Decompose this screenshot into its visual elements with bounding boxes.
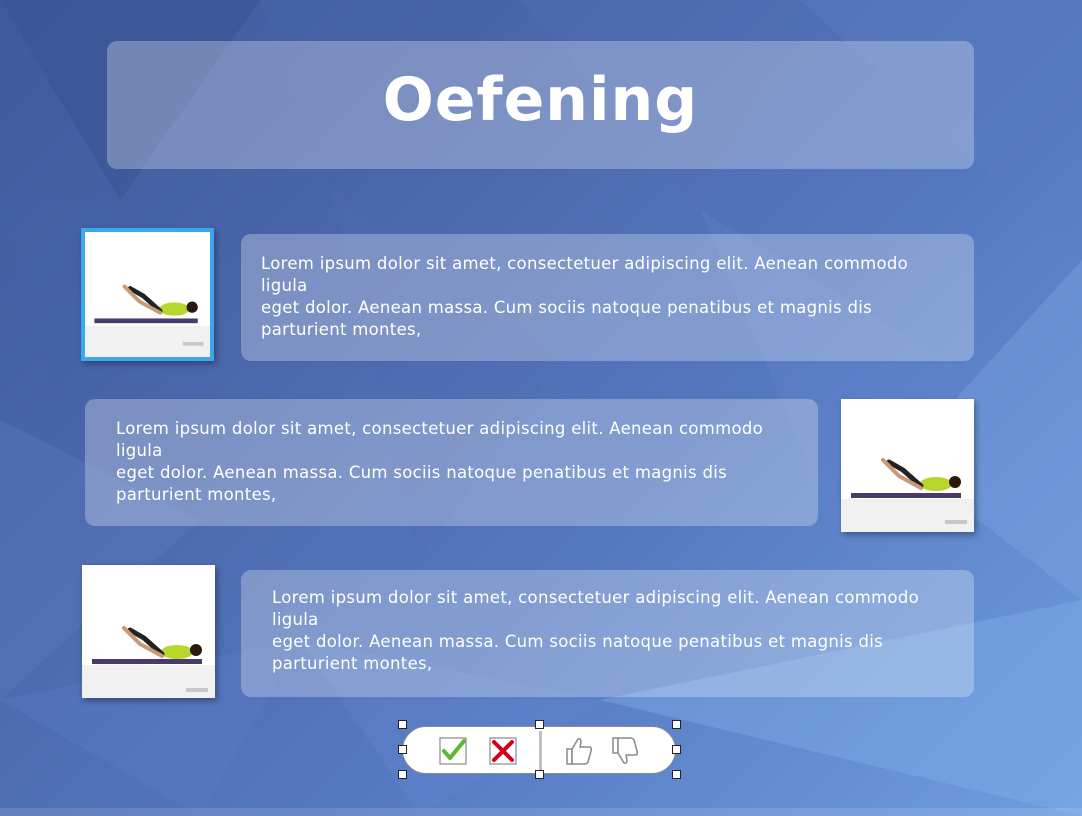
cross-icon [489,737,517,765]
bottom-strip [0,808,1082,816]
resize-handle-right[interactable] [672,745,681,754]
resize-handle-bottom-right[interactable] [672,770,681,779]
slide-title[interactable]: Oefening [383,65,698,135]
resize-handle-left[interactable] [398,745,407,754]
text-panel-1: Lorem ipsum dolor sit amet, consectetuer… [241,234,974,361]
cross-button[interactable] [487,735,519,767]
thumbs-up-icon [566,738,593,765]
check-button[interactable] [437,735,469,767]
thumbs-down-button[interactable] [609,735,641,767]
crunch-exercise-photo [85,232,210,357]
exercise-image-1[interactable] [81,228,214,361]
resize-handle-bottom-left[interactable] [398,770,407,779]
check-icon [439,737,467,765]
toolbar-separator [539,731,542,771]
row-text-3[interactable]: Lorem ipsum dolor sit amet, consectetuer… [272,587,943,675]
thumbs-down-icon [612,737,639,764]
text-panel-2: Lorem ipsum dolor sit amet, consectetuer… [85,399,818,526]
feedback-toolbar[interactable] [402,726,676,774]
resize-handle-top[interactable] [535,720,544,729]
exercise-image-3[interactable] [82,565,215,698]
resize-handle-top-right[interactable] [672,720,681,729]
row-text-1[interactable]: Lorem ipsum dolor sit amet, consectetuer… [261,253,954,341]
text-panel-3: Lorem ipsum dolor sit amet, consectetuer… [241,570,974,697]
thumbs-up-button[interactable] [563,735,595,767]
resize-handle-top-left[interactable] [398,720,407,729]
row-text-2[interactable]: Lorem ipsum dolor sit amet, consectetuer… [116,418,787,506]
crunch-exercise-photo [841,399,974,532]
crunch-exercise-photo [82,565,215,698]
title-panel: Oefening [107,41,974,169]
exercise-image-2[interactable] [841,399,974,532]
resize-handle-bottom[interactable] [535,770,544,779]
